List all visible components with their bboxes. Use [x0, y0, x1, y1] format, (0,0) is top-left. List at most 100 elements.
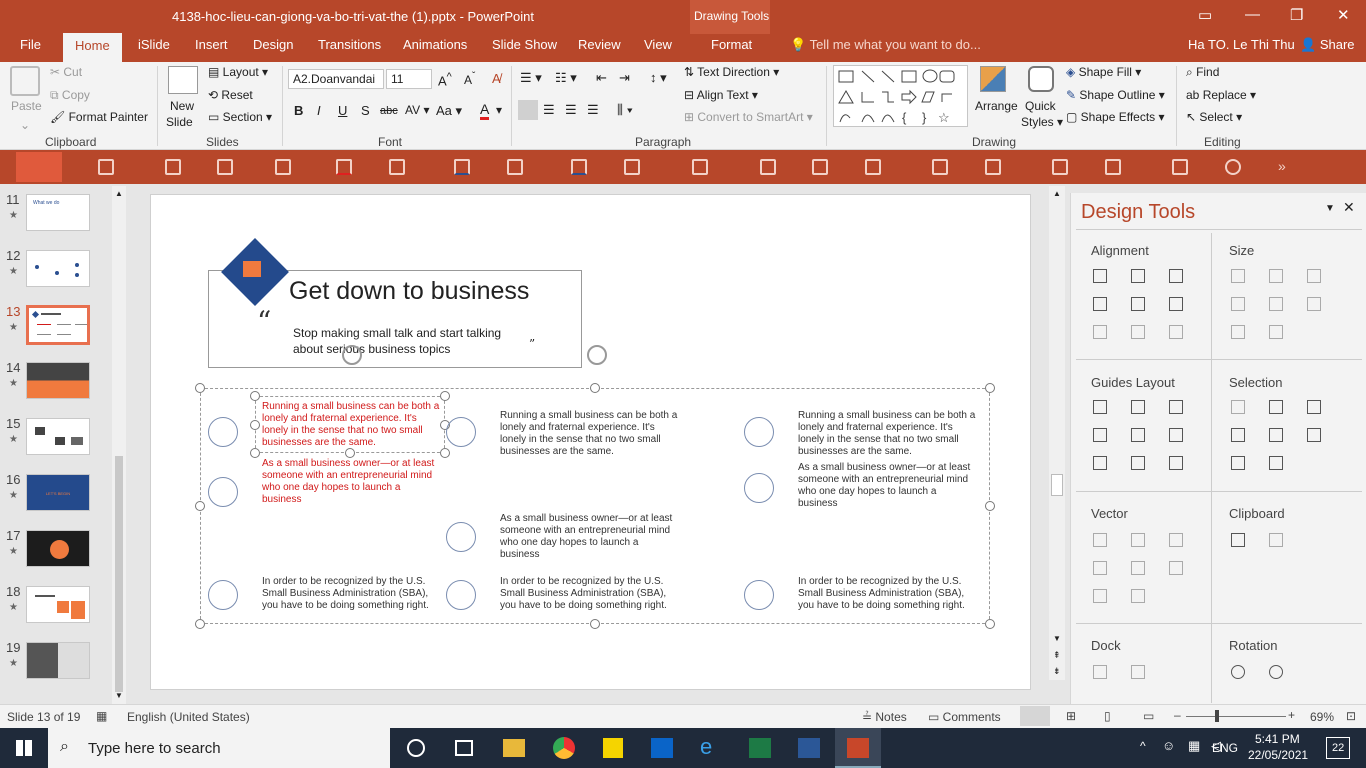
resize-handle[interactable] — [195, 619, 205, 629]
zoom-slider-thumb[interactable] — [1215, 710, 1219, 722]
same-height-icon[interactable] — [1269, 269, 1283, 283]
font-color-tool-icon[interactable] — [336, 159, 352, 175]
new-slide-label[interactable]: Slide — [166, 115, 193, 129]
clock-date[interactable]: 22/05/2021 — [1248, 748, 1308, 762]
resize-handle[interactable] — [195, 501, 205, 511]
rotate-handle-icon[interactable] — [587, 345, 607, 365]
ribbon-display-icon[interactable]: ▭ — [1198, 6, 1212, 24]
select-middle-icon[interactable] — [1269, 428, 1283, 442]
slide-thumbnail-16[interactable]: LET'S BEGIN — [26, 474, 90, 511]
slide-thumbnail-15[interactable] — [26, 418, 90, 455]
align-text-button[interactable]: ⊟ Align Text ▾ — [684, 88, 758, 102]
resize-handle[interactable] — [195, 383, 205, 393]
select-cursor-icon[interactable] — [1307, 428, 1321, 442]
slide-tool-icon[interactable] — [1052, 159, 1068, 175]
text-direction-button[interactable]: ⇅ Text Direction ▾ — [684, 65, 779, 79]
guide-bottom-icon[interactable] — [1169, 428, 1183, 442]
distribute-horizontal-icon[interactable] — [1093, 325, 1107, 339]
sticky-notes-icon[interactable] — [603, 738, 623, 758]
clear-formatting-button[interactable]: A̸ — [492, 71, 501, 86]
line-spacing-button[interactable]: ↕ ▾ — [650, 70, 667, 86]
shapes-gallery[interactable]: { } ☆ — [833, 65, 968, 127]
section-button[interactable]: ▭ Section ▾ — [208, 110, 272, 124]
shadow-button[interactable]: S — [361, 103, 370, 118]
slide-canvas[interactable]: Get down to business “ Stop making small… — [150, 194, 1031, 690]
select-button[interactable]: ↖ Select ▾ — [1186, 110, 1242, 124]
effects-tool-icon[interactable] — [760, 159, 776, 175]
word-icon[interactable] — [798, 738, 820, 758]
vector-crop-icon[interactable] — [1169, 561, 1183, 575]
shape-style-tool-icon[interactable] — [812, 159, 828, 175]
taskbar-search-box[interactable]: ⌕ Type here to search — [48, 728, 390, 768]
cortana-icon[interactable] — [407, 739, 425, 757]
quote-text[interactable]: Stop making small talk and start talking… — [293, 325, 523, 357]
close-pane-icon[interactable]: ✕ — [1343, 199, 1355, 216]
shrink-font-button[interactable]: Aˇ — [464, 71, 475, 87]
underline-button[interactable]: U — [338, 103, 347, 118]
tab-format[interactable]: Format — [711, 37, 752, 52]
match-right-icon[interactable] — [1269, 297, 1283, 311]
guide-height-icon[interactable] — [1131, 456, 1145, 470]
tab-transitions[interactable]: Transitions — [318, 37, 381, 52]
resize-handle[interactable] — [590, 619, 600, 629]
select-spread-icon[interactable] — [1269, 456, 1283, 470]
slideshow-view-icon[interactable]: ▭ — [1143, 709, 1154, 723]
tab-view[interactable]: View — [644, 37, 672, 52]
file-explorer-icon[interactable] — [503, 739, 525, 757]
maximize-icon[interactable]: ❐ — [1290, 6, 1303, 24]
resize-handle[interactable] — [250, 391, 260, 401]
resize-handle[interactable] — [250, 420, 260, 430]
distribute-grid-icon[interactable] — [1169, 325, 1183, 339]
shape-tool-icon[interactable] — [217, 159, 233, 175]
text-sba-col2[interactable]: In order to be recognized by the U.S. Sm… — [500, 576, 678, 612]
scrollbar-thumb[interactable] — [115, 456, 123, 692]
text-running-col1[interactable]: Running a small business can be both a l… — [262, 401, 440, 449]
decrease-indent-button[interactable]: ⇤ — [596, 70, 607, 86]
chrome-icon[interactable] — [553, 737, 575, 759]
slide-thumbnail-13[interactable] — [26, 305, 90, 345]
select-same-icon[interactable] — [1269, 400, 1283, 414]
eyedropper-icon[interactable] — [624, 159, 640, 175]
comments-button[interactable]: ▭ Comments — [928, 710, 1001, 724]
close-icon[interactable]: ✕ — [1337, 6, 1350, 24]
font-name-combo[interactable]: A2.Doanvandai — [288, 69, 384, 89]
distribute-vertical-icon[interactable] — [1131, 325, 1145, 339]
line-color-tool-icon[interactable] — [571, 159, 587, 175]
rotate-handle-icon[interactable] — [342, 345, 362, 365]
select-bottom-icon[interactable] — [1231, 456, 1245, 470]
align-bottom-icon[interactable] — [1169, 297, 1183, 311]
reading-view-icon[interactable]: ▯ — [1104, 709, 1111, 723]
paste-button[interactable]: Paste — [11, 99, 42, 113]
islide-logo-icon[interactable] — [16, 152, 62, 182]
language-indicator[interactable]: English (United States) — [127, 710, 250, 724]
timer-icon[interactable] — [1225, 159, 1241, 175]
zoom-out-icon[interactable]: – — [1174, 708, 1181, 722]
tab-review[interactable]: Review — [578, 37, 621, 52]
swap-size-icon[interactable] — [1307, 297, 1321, 311]
rotate-right-icon[interactable] — [1269, 665, 1283, 679]
character-spacing-button[interactable]: AV ▾ — [405, 103, 429, 117]
spelling-check-icon[interactable]: ▦ — [96, 709, 107, 723]
vector-combine-icon[interactable] — [1131, 533, 1145, 547]
vector-intersect-icon[interactable] — [1093, 561, 1107, 575]
guide-fit-icon[interactable] — [1169, 456, 1183, 470]
resize-handle[interactable] — [440, 448, 450, 458]
bold-button[interactable]: B — [294, 103, 303, 118]
replace-button[interactable]: ab Replace ▾ — [1186, 88, 1256, 102]
slide-thumbnail-17[interactable] — [26, 530, 90, 567]
layout-button[interactable]: ▤ Layout ▾ — [208, 65, 268, 79]
align-middle-icon[interactable] — [1131, 297, 1145, 311]
fit-slide-icon[interactable]: ⊡ — [1346, 709, 1356, 723]
align-center-button[interactable]: ☰ — [543, 102, 555, 118]
rotate-left-icon[interactable] — [1231, 665, 1245, 679]
dock-left-icon[interactable] — [1093, 665, 1107, 679]
layers-icon[interactable] — [1172, 159, 1188, 175]
crosshair-icon[interactable] — [932, 159, 948, 175]
eyedropper-icon[interactable] — [507, 159, 523, 175]
scroll-down-icon[interactable]: ▼ — [115, 691, 123, 700]
vector-link-icon[interactable] — [1131, 589, 1145, 603]
task-view-icon[interactable] — [455, 740, 473, 756]
scrollbar-thumb[interactable] — [1051, 474, 1063, 496]
match-top-icon[interactable] — [1231, 325, 1245, 339]
layout-tool-icon[interactable] — [1105, 159, 1121, 175]
